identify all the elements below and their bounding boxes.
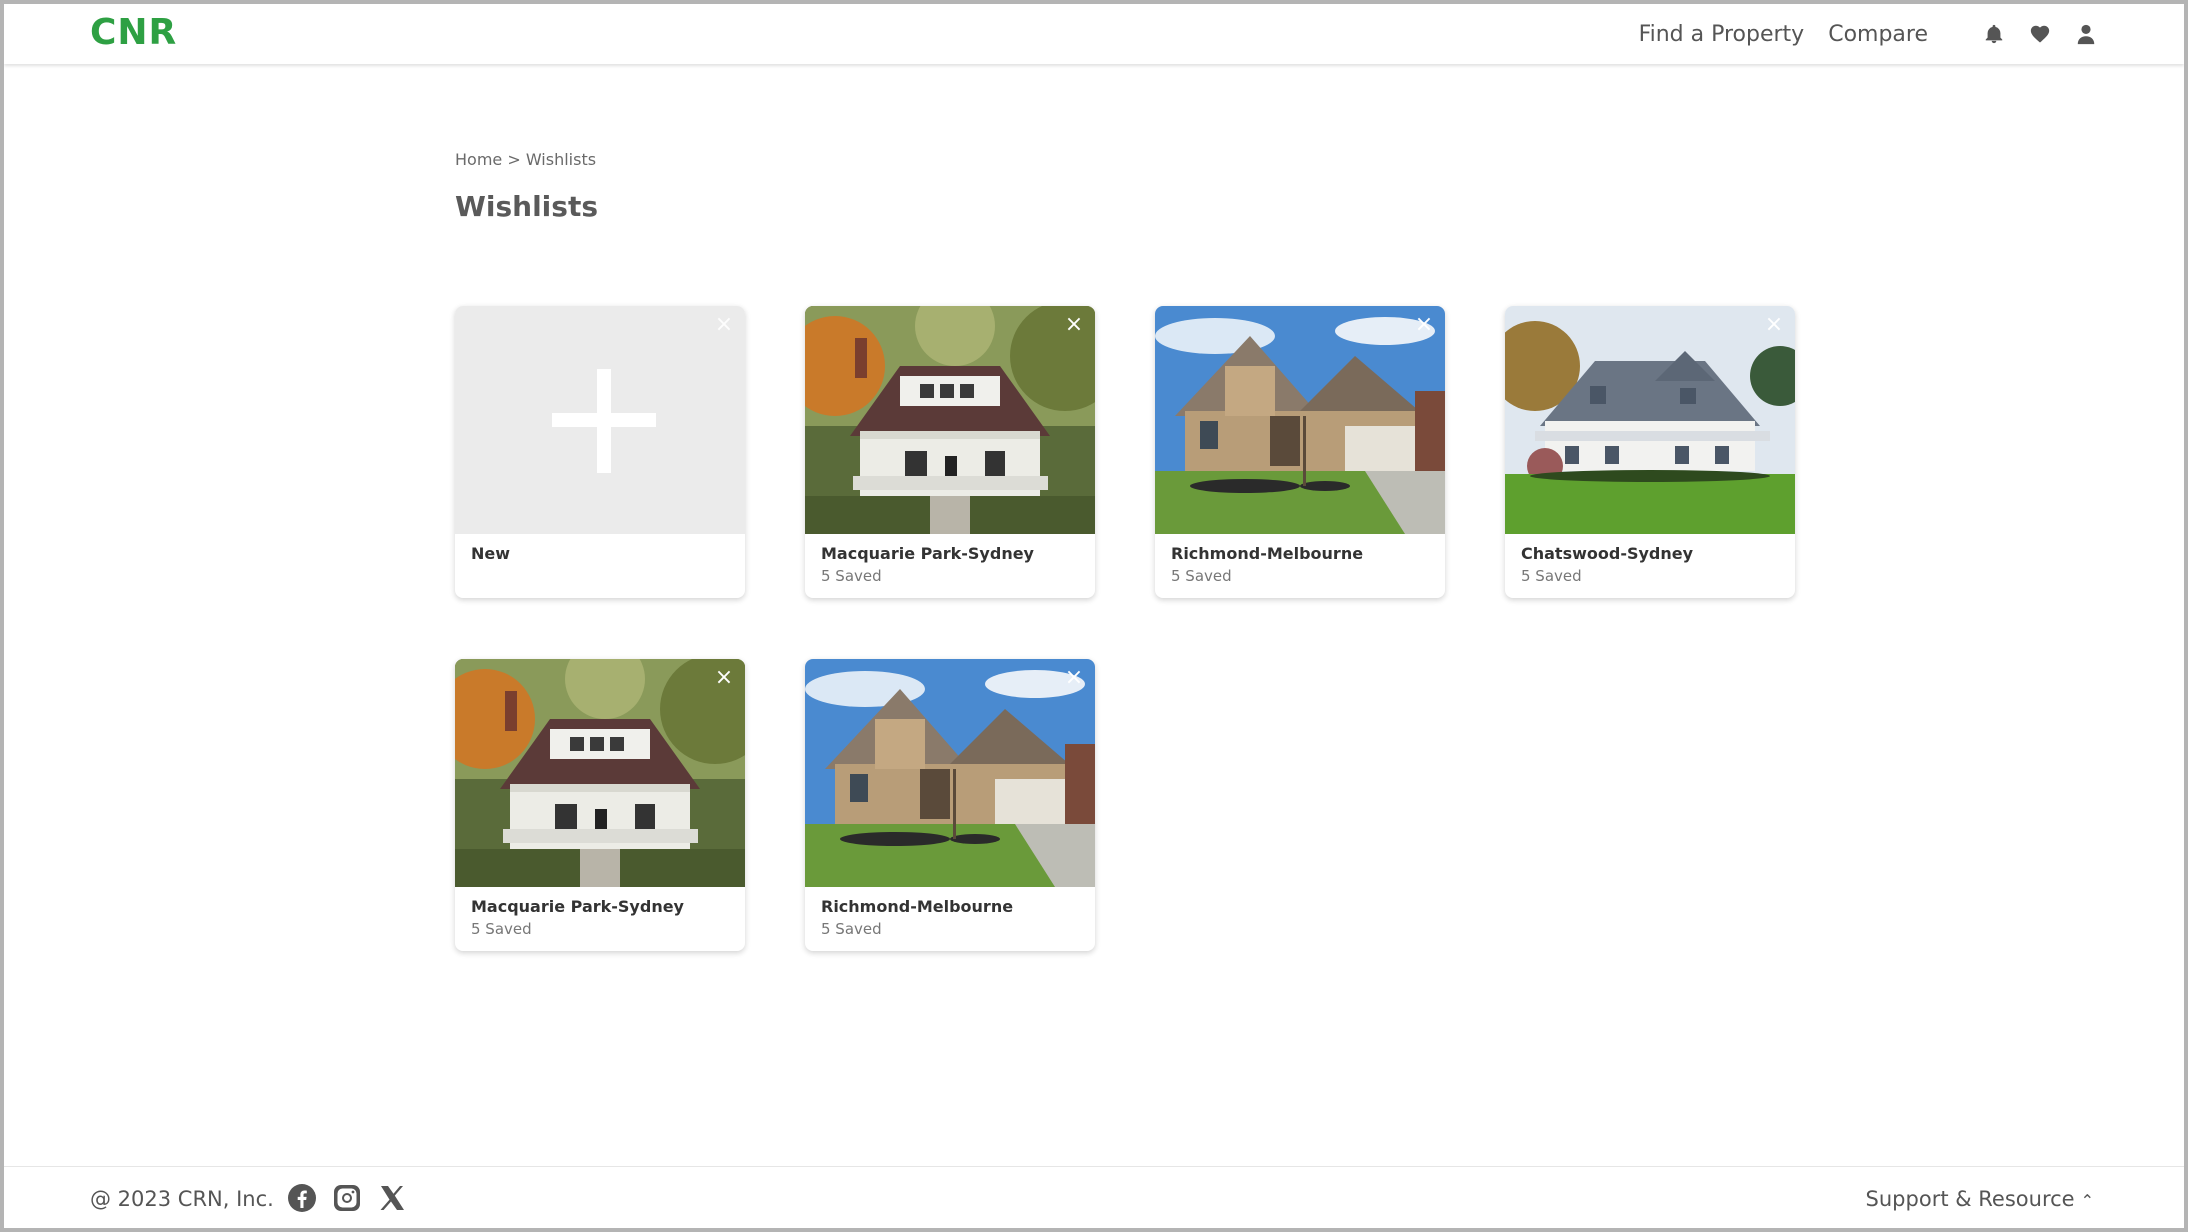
card-subtitle: 5 Saved <box>1171 567 1232 585</box>
card-title: Richmond-Melbourne <box>1171 544 1364 563</box>
craftsman-house-image <box>455 659 745 887</box>
instagram-icon[interactable] <box>331 1182 363 1214</box>
chevron-up-icon: ⌃ <box>2080 1191 2094 1210</box>
house-photo <box>805 659 1095 887</box>
x-icon[interactable] <box>376 1182 408 1214</box>
logo[interactable]: CNR <box>90 12 177 53</box>
wishlist-card[interactable]: × Macquarie Park-Sydney 5 Saved <box>455 659 745 951</box>
wishlist-grid: × New × Macquarie Park-Sydney 5 Saved × … <box>455 306 1795 954</box>
card-subtitle: 5 Saved <box>471 920 532 938</box>
breadcrumb-current: Wishlists <box>525 150 597 169</box>
card-subtitle: 5 Saved <box>821 920 882 938</box>
close-icon[interactable]: × <box>1063 667 1085 689</box>
user-icon[interactable] <box>2074 22 2098 46</box>
nav-compare[interactable]: Compare <box>1828 22 1928 47</box>
house-photo <box>455 659 745 887</box>
heart-icon[interactable] <box>2028 22 2052 46</box>
main-nav: Find a Property Compare <box>1639 4 2184 64</box>
card-subtitle: 5 Saved <box>821 567 882 585</box>
plus-icon <box>455 306 745 534</box>
house-photo <box>1155 306 1445 534</box>
brick-house-image <box>1155 306 1445 534</box>
social-links <box>286 1182 421 1214</box>
card-subtitle: 5 Saved <box>1521 567 1582 585</box>
wishlist-card[interactable]: × Richmond-Melbourne 5 Saved <box>805 659 1095 951</box>
close-icon[interactable]: × <box>1063 314 1085 336</box>
close-icon[interactable]: × <box>1413 314 1435 336</box>
facebook-icon[interactable] <box>286 1182 318 1214</box>
card-title: Richmond-Melbourne <box>821 897 1014 916</box>
top-navbar: CNR Find a Property Compare <box>4 4 2184 64</box>
close-icon[interactable]: × <box>1763 314 1785 336</box>
support-resource-toggle[interactable]: Support & Resource ⌃ <box>1866 1187 2094 1211</box>
wishlist-card[interactable]: × Chatswood-Sydney 5 Saved <box>1505 306 1795 598</box>
wishlist-card[interactable]: × Richmond-Melbourne 5 Saved <box>1155 306 1445 598</box>
breadcrumb-home[interactable]: Home <box>455 150 502 169</box>
breadcrumb-separator: > <box>502 150 526 169</box>
copyright: @ 2023 CRN, Inc. <box>90 1187 274 1211</box>
footer: @ 2023 CRN, Inc. Support & Resource ⌃ <box>4 1166 2184 1228</box>
house-photo <box>805 306 1095 534</box>
card-title: Macquarie Park-Sydney <box>821 544 1034 563</box>
brick-house-image <box>805 659 1095 887</box>
support-label: Support & Resource <box>1865 1187 2075 1211</box>
house-photo <box>1505 306 1795 534</box>
craftsman-house-image <box>805 306 1095 534</box>
page-title: Wishlists <box>455 190 598 223</box>
close-icon[interactable]: × <box>713 314 735 336</box>
wishlist-card[interactable]: × Macquarie Park-Sydney 5 Saved <box>805 306 1095 598</box>
new-placeholder <box>455 306 745 534</box>
card-title: New <box>471 544 511 563</box>
new-wishlist-card[interactable]: × New <box>455 306 745 598</box>
breadcrumb: Home > Wishlists <box>455 150 596 169</box>
card-title: Chatswood-Sydney <box>1521 544 1694 563</box>
farmhouse-image <box>1505 306 1795 534</box>
bell-icon[interactable] <box>1982 22 2006 46</box>
nav-find-property[interactable]: Find a Property <box>1639 22 1805 47</box>
close-icon[interactable]: × <box>713 667 735 689</box>
card-title: Macquarie Park-Sydney <box>471 897 684 916</box>
